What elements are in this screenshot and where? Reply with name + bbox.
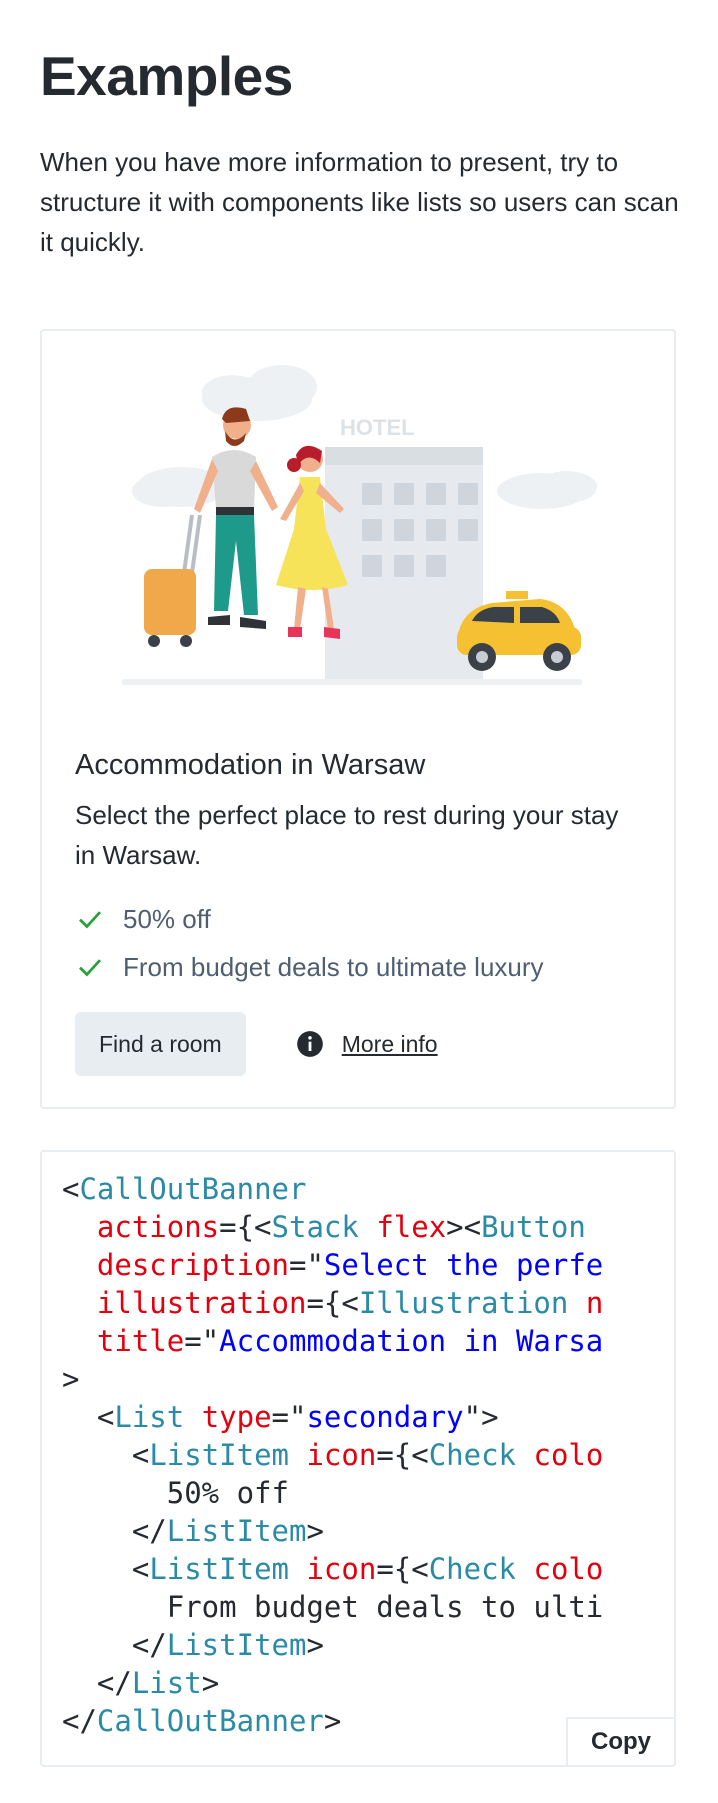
- hotel-couple-illustration: HOTEL: [122, 365, 597, 685]
- code-line: description="Select the perfe: [62, 1246, 674, 1284]
- code-token: Check: [428, 1438, 517, 1472]
- code-token: ={<: [219, 1210, 272, 1244]
- hotel-sign: HOTEL: [340, 415, 415, 440]
- code-token: <: [62, 1172, 80, 1206]
- list-item: From budget deals to ultimate luxury: [75, 943, 544, 991]
- code-line: <ListItem icon={<Check colo: [62, 1550, 674, 1588]
- code-line: actions={<Stack flex><Button: [62, 1208, 674, 1246]
- code-token: icon: [306, 1552, 377, 1586]
- list-item-text: 50% off: [123, 903, 211, 934]
- code-token: =": [288, 1248, 324, 1282]
- code-token: <: [62, 1438, 150, 1472]
- callout-banner: HOTEL Accommodation in Warsaw Select the…: [40, 329, 676, 1109]
- banner-actions: Find a room More info: [75, 1012, 438, 1076]
- code-token: >: [306, 1628, 324, 1662]
- code-token: ListItem: [166, 1628, 307, 1662]
- code-token: Accommodation in Warsa: [219, 1324, 604, 1358]
- code-token: actions: [96, 1210, 220, 1244]
- code-token: Illustration: [358, 1286, 569, 1320]
- more-info-link-group[interactable]: More info: [296, 1030, 438, 1058]
- code-token: colo: [533, 1552, 604, 1586]
- code-token: </: [62, 1628, 167, 1662]
- code-token: icon: [306, 1438, 377, 1472]
- code-token: ><: [446, 1210, 482, 1244]
- code-token: </: [62, 1666, 132, 1700]
- code-line: </ListItem>: [62, 1512, 674, 1550]
- code-token: flex: [376, 1210, 447, 1244]
- code-content: <CallOutBanner actions={<Stack flex><But…: [42, 1152, 674, 1740]
- code-token: CallOutBanner: [79, 1172, 307, 1206]
- code-line: 50% off: [62, 1474, 674, 1512]
- code-line: </List>: [62, 1664, 674, 1702]
- code-token: ListItem: [166, 1514, 307, 1548]
- code-token: List: [114, 1400, 185, 1434]
- code-token: Check: [428, 1552, 517, 1586]
- find-a-room-button[interactable]: Find a room: [75, 1012, 246, 1076]
- banner-title: Accommodation in Warsaw: [75, 749, 426, 781]
- code-token: >: [62, 1362, 80, 1396]
- more-info-link[interactable]: More info: [342, 1031, 438, 1058]
- code-line: <ListItem icon={<Check colo: [62, 1436, 674, 1474]
- code-line: >: [62, 1360, 674, 1398]
- code-line: <List type="secondary">: [62, 1398, 674, 1436]
- copy-button[interactable]: Copy: [566, 1717, 674, 1765]
- banner-description: Select the perfect place to rest during …: [75, 800, 619, 870]
- code-token: Button: [481, 1210, 586, 1244]
- code-token: Stack: [271, 1210, 359, 1244]
- code-token: n: [585, 1286, 604, 1320]
- code-token: ={<: [306, 1286, 359, 1320]
- code-token: <: [62, 1552, 150, 1586]
- section-intro: When you have more information to presen…: [40, 147, 679, 257]
- code-token: >: [306, 1514, 324, 1548]
- code-block: <CallOutBanner actions={<Stack flex><But…: [40, 1150, 676, 1767]
- code-token: ={<: [376, 1438, 429, 1472]
- code-token: illustration: [96, 1286, 307, 1320]
- code-token: ListItem: [149, 1552, 289, 1586]
- examples-section: Examples When you have more information …: [0, 0, 718, 262]
- code-token: ListItem: [149, 1438, 289, 1472]
- section-heading: Examples: [40, 45, 293, 107]
- code-token: >: [201, 1666, 220, 1700]
- code-line: illustration={<Illustration n: [62, 1284, 674, 1322]
- code-token: >: [323, 1704, 342, 1738]
- code-token: CallOutBanner: [96, 1704, 324, 1738]
- list-item: 50% off: [75, 895, 544, 943]
- code-token: ">: [463, 1400, 499, 1434]
- code-token: Select the perfe: [323, 1248, 604, 1282]
- code-line: From budget deals to ulti: [62, 1588, 674, 1626]
- code-line: title="Accommodation in Warsa: [62, 1322, 674, 1360]
- benefits-list: 50% off From budget deals to ultimate lu…: [75, 895, 544, 991]
- code-token: =": [271, 1400, 307, 1434]
- code-line: <CallOutBanner: [62, 1170, 674, 1208]
- code-token: title: [96, 1324, 185, 1358]
- code-token: </: [62, 1514, 167, 1548]
- info-icon: [296, 1031, 323, 1057]
- code-token: List: [131, 1666, 202, 1700]
- code-token: </: [62, 1704, 97, 1738]
- code-token: type: [201, 1400, 272, 1434]
- code-token: =": [184, 1324, 220, 1358]
- code-token: colo: [533, 1438, 604, 1472]
- check-icon: [75, 952, 105, 982]
- check-icon: [75, 904, 105, 934]
- list-item-text: From budget deals to ultimate luxury: [123, 951, 544, 982]
- code-token: description: [96, 1248, 289, 1282]
- code-token: 50% off: [62, 1476, 289, 1510]
- code-token: secondary: [306, 1400, 464, 1434]
- code-token: ={<: [376, 1552, 429, 1586]
- code-token: From budget deals to ulti: [62, 1590, 604, 1624]
- code-line: </ListItem>: [62, 1626, 674, 1664]
- code-token: <: [62, 1400, 115, 1434]
